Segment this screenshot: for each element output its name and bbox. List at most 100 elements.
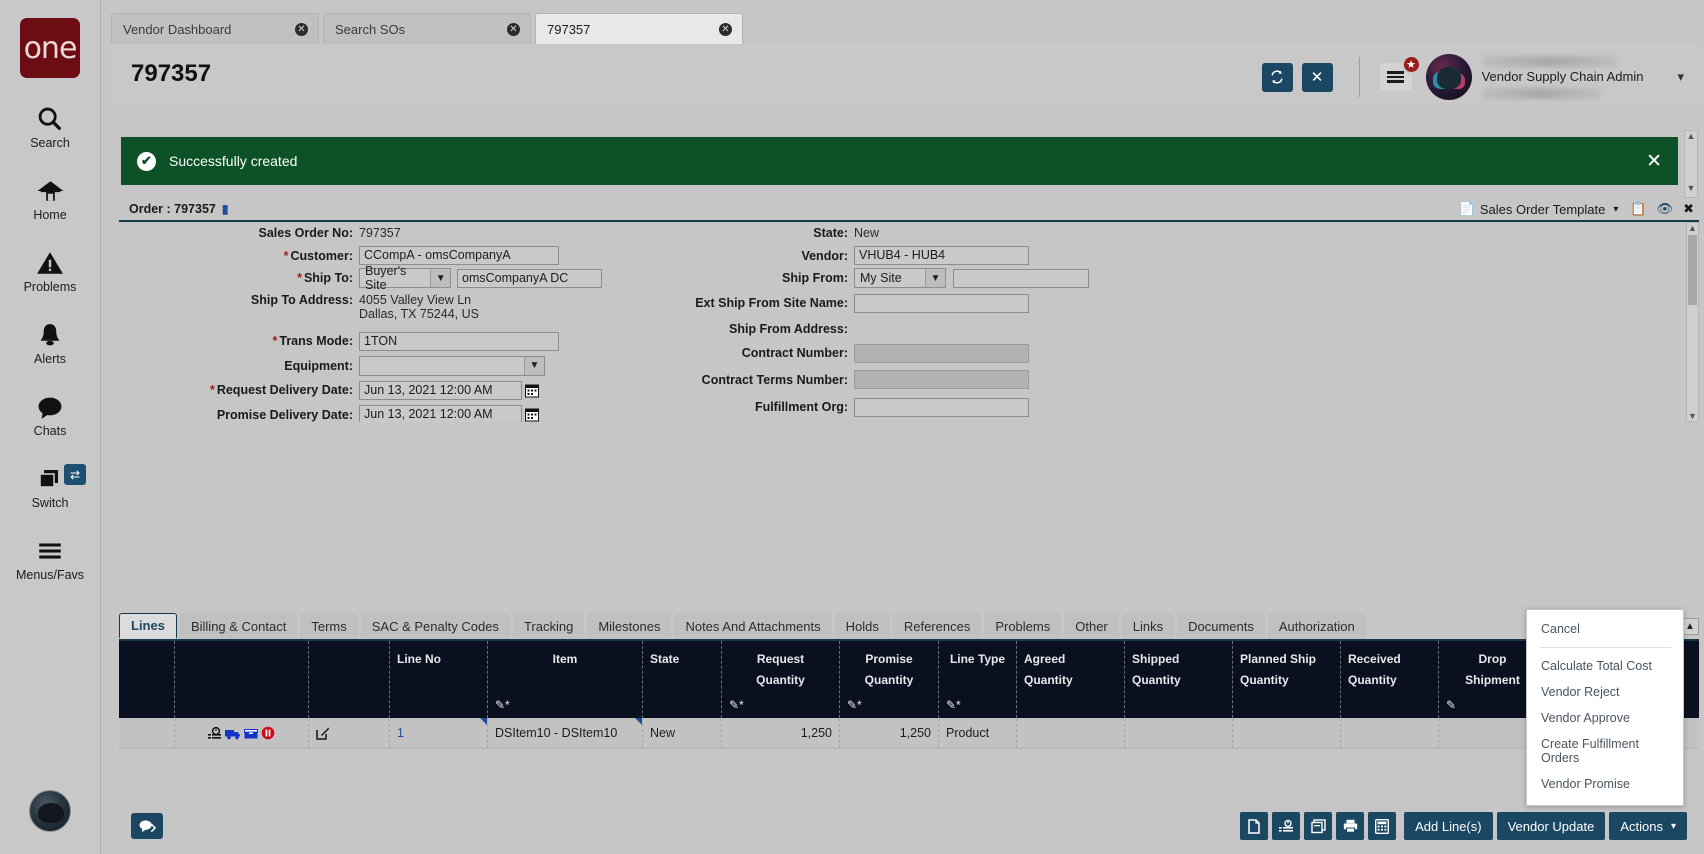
cell-line-type[interactable]: Product [939,718,1017,748]
calendar-icon[interactable] [525,383,539,398]
collaboration-button[interactable] [131,813,163,839]
truck-icon[interactable] [225,727,241,740]
sidebar-item-chats[interactable]: Chats [0,392,100,438]
eye-icon[interactable]: 👁 [1657,201,1674,217]
line-no-link[interactable]: 1 [397,726,404,740]
sidebar-item-menus-favs[interactable]: Menus/Favs [0,536,100,582]
tab-billing-contact[interactable]: Billing & Contact [180,613,297,639]
ship-to-type-select[interactable]: Buyer's Site ▼ [359,268,451,288]
tab-tracking[interactable]: Tracking [513,613,584,639]
grid-col-item[interactable]: Item✎* [488,641,643,718]
edit-icon[interactable]: ✎* [847,698,862,712]
scroll-down-arrow[interactable]: ▼ [1685,183,1697,193]
tab-references[interactable]: References [893,613,981,639]
grid-col-shipped-quantity[interactable]: ShippedQuantity [1125,641,1233,718]
clock-icon[interactable] [208,726,222,740]
user-menu-caret[interactable]: ▾ [1677,69,1684,85]
tab-problems[interactable]: Problems [984,613,1061,639]
scroll-up-arrow[interactable]: ▲ [1687,223,1698,233]
cell-row-edit[interactable] [309,718,390,748]
sales-order-template-select[interactable]: Sales Order Template ▾ [1480,202,1619,217]
grid-col-agreed-quantity[interactable]: AgreedQuantity [1017,641,1125,718]
grid-col-state[interactable]: State [643,641,722,718]
notifications-menu-button[interactable]: ★ [1380,63,1412,91]
cell-line-no[interactable]: 1 [390,718,488,748]
sidebar-item-switch[interactable]: ⇄ Switch [0,464,100,510]
ship-to-site-input[interactable]: omsCompanyA DC [457,269,602,288]
grid-col-promise-quantity[interactable]: PromiseQuantity✎* [840,641,939,718]
form-scrollbar[interactable]: ▲ ▼ [1686,222,1699,422]
grid-col-received-quantity[interactable]: ReceivedQuantity [1341,641,1439,718]
edit-icon[interactable]: ✎* [946,698,961,712]
tab-terms[interactable]: Terms [300,613,357,639]
table-row[interactable]: 1 DSItem10 - DSItem10 New 1,250 1,250 Pr… [119,718,1699,749]
workspace-tab-797357[interactable]: 797357 ✕ [535,13,743,46]
edit-icon[interactable]: ✎* [495,698,510,712]
ship-from-type-select[interactable]: My Site ▼ [854,268,946,288]
menu-item-create-fulfillment-orders[interactable]: Create Fulfillment Orders [1527,731,1683,771]
vendor-update-button[interactable]: Vendor Update [1497,812,1606,840]
ship-from-site-input[interactable] [953,269,1089,288]
order-flag-icon[interactable]: ▮ [222,202,229,216]
sidebar-item-alerts[interactable]: Alerts [0,320,100,366]
tab-links[interactable]: Links [1122,613,1174,639]
vendor-input[interactable]: VHUB4 - HUB4 [854,246,1029,265]
menu-item-calculate-total-cost[interactable]: Calculate Total Cost [1527,653,1683,679]
grid-col-request-quantity[interactable]: RequestQuantity✎* [722,641,840,718]
cell-request-quantity[interactable]: 1,250 [722,718,840,748]
scroll-up-arrow[interactable]: ▲ [1685,131,1697,141]
customer-input[interactable]: CCompA - omsCompanyA [359,246,559,265]
refresh-button[interactable] [1262,63,1293,92]
tab-lines[interactable]: Lines [119,613,177,639]
close-icon[interactable]: ✕ [295,23,308,36]
tab-holds[interactable]: Holds [835,613,890,639]
edit-icon[interactable]: ✎* [729,698,744,712]
fulfillment-org-input[interactable] [854,398,1029,417]
calendar-icon[interactable] [525,407,539,422]
sidebar-item-home[interactable]: Home [0,176,100,222]
actions-button[interactable]: Actions ▾ [1609,812,1687,840]
rail-avatar[interactable] [29,790,71,832]
sidebar-item-search[interactable]: Search [0,104,100,150]
copy-panel-icon[interactable]: 📋 [1630,201,1646,217]
workspace-tab-vendor-dashboard[interactable]: Vendor Dashboard ✕ [111,13,319,44]
trans-mode-input[interactable]: 1TON [359,332,559,351]
close-icon[interactable]: ✕ [1646,150,1662,172]
close-icon[interactable]: ✖ [1683,201,1694,217]
grid-col-line-no[interactable]: Line No [390,641,488,718]
tab-documents[interactable]: Documents [1177,613,1265,639]
equipment-select[interactable]: ▼ [359,356,545,376]
cell-item[interactable]: DSItem10 - DSItem10 [488,718,643,748]
edit-icon[interactable] [316,726,330,740]
close-icon[interactable]: ✕ [719,23,732,36]
grid-col-planned-ship-quantity[interactable]: Planned ShipQuantity [1233,641,1341,718]
report-icon[interactable] [1272,812,1300,840]
workspace-tab-search-sos[interactable]: Search SOs ✕ [323,13,531,44]
close-icon[interactable]: ✕ [507,23,520,36]
copy-icon[interactable] [1240,812,1268,840]
menu-item-vendor-promise[interactable]: Vendor Promise [1527,771,1683,797]
sidebar-item-problems[interactable]: Problems [0,248,100,294]
cell-promise-quantity[interactable]: 1,250 [840,718,939,748]
tab-authorization[interactable]: Authorization [1268,613,1366,639]
close-page-button[interactable]: ✕ [1302,63,1333,92]
tab-other[interactable]: Other [1064,613,1119,639]
avatar[interactable] [1426,54,1472,100]
switch-toggle-badge[interactable]: ⇄ [64,464,86,485]
tab-sac-penalty-codes[interactable]: SAC & Penalty Codes [361,613,510,639]
ext-ship-from-site-name-input[interactable] [854,294,1029,313]
grid-col-line-type[interactable]: Line Type✎* [939,641,1017,718]
edit-icon[interactable]: ✎ [1446,698,1456,712]
promise-delivery-date-input[interactable]: Jun 13, 2021 12:00 AM [359,405,522,422]
tab-milestones[interactable]: Milestones [587,613,671,639]
box-icon[interactable] [244,727,258,740]
cell-select[interactable] [119,718,175,748]
request-delivery-date-input[interactable]: Jun 13, 2021 12:00 AM [359,381,522,400]
scroll-thumb[interactable] [1688,235,1697,305]
print-icon[interactable] [1336,812,1364,840]
menu-item-vendor-approve[interactable]: Vendor Approve [1527,705,1683,731]
hold-icon[interactable] [261,726,275,740]
menu-item-cancel[interactable]: Cancel [1527,616,1683,642]
one-logo[interactable]: one [20,18,80,78]
tab-notes-and-attachments[interactable]: Notes And Attachments [674,613,831,639]
